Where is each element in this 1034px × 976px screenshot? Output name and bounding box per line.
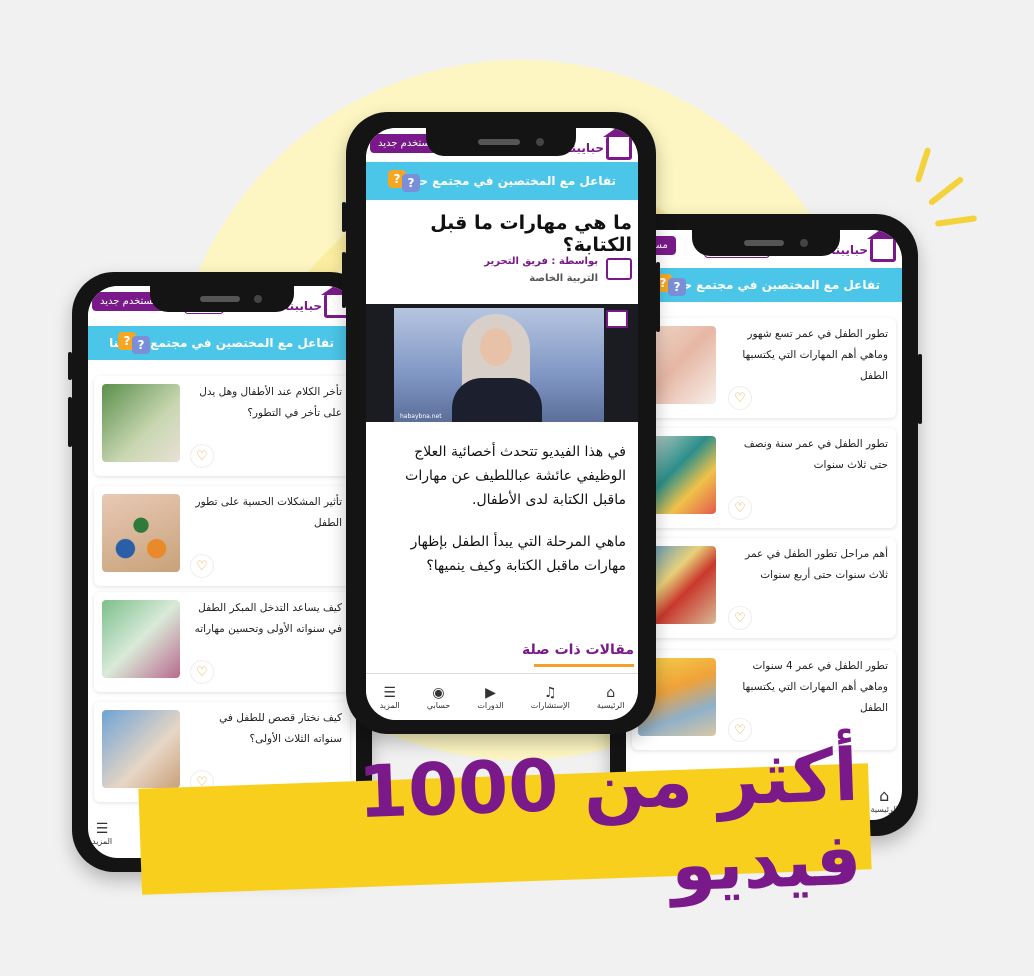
heart-icon[interactable]: ♡ xyxy=(728,386,752,410)
banner-text: تفاعل مع المختصين في مجتمع حبايبنا xyxy=(391,174,616,188)
card-title: أهم مراحل تطور الطفل في عمر ثلاث سنوات ح… xyxy=(745,548,888,581)
card-title: تأخر الكلام عند الأطفال وهل يدل على تأخر… xyxy=(199,386,342,419)
list-item[interactable]: تأثير المشكلات الحسية على تطور الطفل ♡ xyxy=(94,486,350,586)
card-title: تأثير المشكلات الحسية على تطور الطفل xyxy=(195,496,342,529)
heart-icon[interactable]: ♡ xyxy=(728,496,752,520)
video-watermark: habaybna.net xyxy=(400,413,442,420)
related-underline xyxy=(534,664,634,667)
nav-label: المزيد xyxy=(379,700,400,710)
side-button xyxy=(342,202,346,232)
menu-icon: ☰ xyxy=(383,684,396,701)
heart-icon[interactable]: ♡ xyxy=(190,444,214,468)
question-icon: ? xyxy=(132,336,150,354)
center-screen: حبايبنا مستخدم جديد تفاعل مع المختصين في… xyxy=(366,128,638,720)
presenter-face xyxy=(480,328,512,366)
thumbnail-image xyxy=(102,494,180,572)
center-phone: حبايبنا مستخدم جديد تفاعل مع المختصين في… xyxy=(342,112,660,734)
nav-courses[interactable]: ▶ الدورات xyxy=(477,685,503,710)
list-item[interactable]: أهم مراحل تطور الطفل في عمر ثلاث سنوات ح… xyxy=(632,538,896,638)
community-banner[interactable]: تفاعل مع المختصين في مجتمع حبايبنا ? ? xyxy=(626,268,902,302)
home-icon: ⌂ xyxy=(606,684,616,701)
nav-home[interactable]: ⌂ الرئيسية xyxy=(870,786,898,814)
article-paragraph: ماهي المرحلة التي يبدأ الطفل بإظهار مهار… xyxy=(410,534,626,574)
spark-decoration xyxy=(927,175,965,207)
nav-more[interactable]: ☰ المزيد xyxy=(380,685,400,710)
video-logo-icon xyxy=(606,310,628,328)
list-item[interactable]: تطور الطفل في عمر تسع شهور وماهي أهم الم… xyxy=(632,318,896,418)
app-logo: حبايبنا xyxy=(831,230,899,264)
article-title: ما هي مهارات ما قبل الكتابة؟ xyxy=(430,212,632,256)
speaker xyxy=(744,240,784,246)
menu-icon: ☰ xyxy=(95,821,109,837)
card-title: تطور الطفل في عمر سنة ونصف حتى ثلاث سنوا… xyxy=(743,438,888,471)
card-title: كيف يساعد التدخل المبكر الطفل في سنواته … xyxy=(194,602,342,635)
nav-more-label: المزيد xyxy=(92,837,113,846)
app-logo: حبايبنا xyxy=(567,128,635,162)
article-category[interactable]: التربية الخاصة xyxy=(529,273,598,284)
headphones-icon: ♫ xyxy=(544,684,557,701)
speaker xyxy=(478,139,520,145)
nav-consultations[interactable]: ♫ الإستشارات xyxy=(531,685,570,710)
bottom-nav: ⌂ الرئيسية ♫ الإستشارات ▶ الدورات ◉ حسابي ☰ ا… xyxy=(366,673,638,720)
article-byline[interactable]: بواسطة : فريق التحرير xyxy=(484,256,598,267)
question-icon: ? xyxy=(668,278,686,296)
thumbnail-image xyxy=(102,600,180,678)
heart-icon[interactable]: ♡ xyxy=(190,660,214,684)
spark-decoration xyxy=(914,146,932,184)
play-video-icon: ▶ xyxy=(485,684,496,701)
speaker xyxy=(200,296,240,302)
home-icon: ⌂ xyxy=(879,786,890,805)
nav-more[interactable]: ☰ المزيد xyxy=(92,821,112,846)
house-logo-icon xyxy=(867,230,899,262)
side-button xyxy=(656,262,660,332)
article-paragraph: في هذا الفيديو تتحدث أخصائية العلاج الوظ… xyxy=(405,444,626,508)
list-item[interactable]: تطور الطفل في عمر سنة ونصف حتى ثلاث سنوا… xyxy=(632,428,896,528)
card-title: كيف نختار قصص للطفل في سنواته الثلاث الأ… xyxy=(219,712,342,745)
presenter-body xyxy=(452,378,542,422)
camera xyxy=(800,239,808,247)
side-button xyxy=(68,397,72,447)
side-button xyxy=(918,354,922,424)
camera xyxy=(254,295,262,303)
user-icon: ◉ xyxy=(432,684,445,701)
nav-account[interactable]: ◉ حسابي xyxy=(427,685,450,710)
nav-label: الإستشارات xyxy=(530,700,570,710)
right-screen: حبايبنا مستخدم جديد تفاعل مع المختصين في… xyxy=(626,230,902,820)
related-articles-heading: مقالات ذات صلة xyxy=(521,642,634,658)
community-banner[interactable]: تفاعل مع المختصين في مجتمع حبايبنا ? ? xyxy=(366,162,638,200)
banner-text: تفاعل مع المختصين في مجتمع حبايبنا xyxy=(655,278,880,292)
nav-home-label: الرئيسية xyxy=(870,805,898,814)
headline: أكثر من 1000 فيديو xyxy=(356,732,863,908)
heart-icon[interactable]: ♡ xyxy=(190,554,214,578)
author-logo-icon xyxy=(606,258,632,280)
camera xyxy=(536,138,544,146)
phone-notch xyxy=(150,286,294,312)
side-button xyxy=(342,252,346,308)
card-title: تطور الطفل في عمر تسع شهور وماهي أهم الم… xyxy=(742,328,888,382)
nav-label: الدورات xyxy=(477,700,504,710)
nav-label: الرئيسية xyxy=(596,700,625,710)
list-item[interactable]: كيف يساعد التدخل المبكر الطفل في سنواته … xyxy=(94,592,350,692)
house-logo-icon xyxy=(603,128,635,160)
nav-home[interactable]: ⌂ الرئيسية xyxy=(597,685,625,710)
list-item[interactable]: تأخر الكلام عند الأطفال وهل يدل على تأخر… xyxy=(94,376,350,476)
app-logo: حبايبنا xyxy=(285,286,353,320)
card-title: تطور الطفل في عمر 4 سنوات وماهي أهم المه… xyxy=(742,660,888,714)
nav-label: حسابي xyxy=(426,700,451,710)
spark-decoration xyxy=(934,215,978,227)
heart-icon[interactable]: ♡ xyxy=(728,606,752,630)
phone-notch xyxy=(426,128,576,156)
question-icon: ? xyxy=(402,174,420,192)
phone-notch xyxy=(692,230,840,256)
community-banner[interactable]: تفاعل مع المختصين في مجتمع حبايبنا ? ? xyxy=(88,326,356,360)
side-button xyxy=(68,352,72,380)
video-player[interactable]: habaybna.net xyxy=(366,304,638,422)
thumbnail-image xyxy=(102,384,180,462)
